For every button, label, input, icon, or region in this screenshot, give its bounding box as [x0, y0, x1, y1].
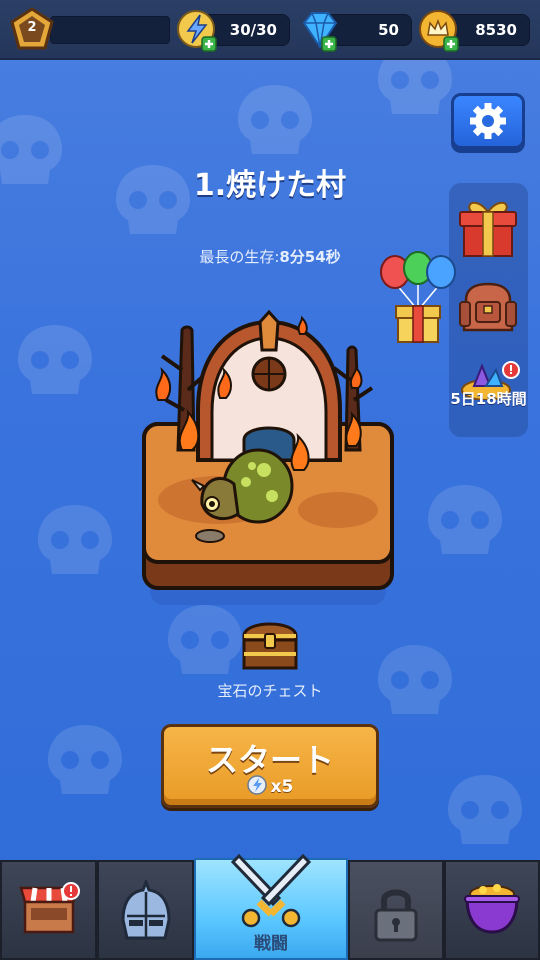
- best-survival-label: 最長の生存:: [199, 248, 280, 266]
- gem-chest-icon[interactable]: [240, 614, 300, 672]
- tab-cauldron[interactable]: [444, 860, 540, 960]
- padlock-icon: [374, 889, 418, 942]
- experience-bar: [50, 16, 170, 44]
- skull-icon: [238, 85, 312, 154]
- player-level: 2: [27, 20, 37, 35]
- alert-icon: [62, 882, 80, 900]
- blue-diamond-icon[interactable]: [298, 9, 342, 53]
- chest-label: 宝石のチェスト: [217, 682, 323, 700]
- skull-icon: [18, 325, 92, 394]
- crossed-swords-icon: [230, 853, 312, 928]
- gold-crown-coin-icon[interactable]: [418, 9, 462, 53]
- gift-box-icon[interactable]: [456, 194, 520, 260]
- tab-locked[interactable]: [348, 860, 444, 960]
- skull-icon: [448, 775, 522, 844]
- energy-value: 30/30: [229, 21, 277, 39]
- start-button[interactable]: スタート x5: [161, 724, 379, 808]
- lightning-bolt-icon[interactable]: [176, 9, 220, 53]
- gem-value: 50: [378, 21, 399, 39]
- gold-cauldron-icon: [464, 884, 520, 934]
- bottom-navigation: 戦闘: [0, 853, 540, 960]
- gold-value: 8530: [475, 21, 517, 39]
- backpack-icon[interactable]: [456, 280, 520, 336]
- knight-helmet-icon: [120, 880, 171, 940]
- energy-icon: [246, 775, 267, 795]
- skull-icon: [168, 605, 242, 674]
- best-survival-value: 8分54秒: [279, 248, 341, 266]
- skull-icon: [48, 725, 122, 794]
- event-timer: 5日18時間: [450, 390, 527, 408]
- skull-icon: [428, 485, 502, 554]
- tab-equipment[interactable]: [97, 860, 194, 960]
- gear-icon: [470, 103, 506, 139]
- tab-battle-label: 戦闘: [254, 934, 288, 954]
- burnt-village-stage-island[interactable]: [138, 300, 400, 605]
- settings-button[interactable]: [451, 93, 525, 149]
- top-status-bar: 2 30/30 50 8530: [0, 0, 540, 60]
- skull-icon: [38, 505, 112, 574]
- tab-shop[interactable]: [0, 860, 97, 960]
- player-level-badge[interactable]: 2: [8, 6, 56, 54]
- start-cost-value: x5: [270, 777, 294, 797]
- tab-battle[interactable]: 戦闘: [194, 853, 348, 960]
- start-cost: x5: [164, 775, 376, 797]
